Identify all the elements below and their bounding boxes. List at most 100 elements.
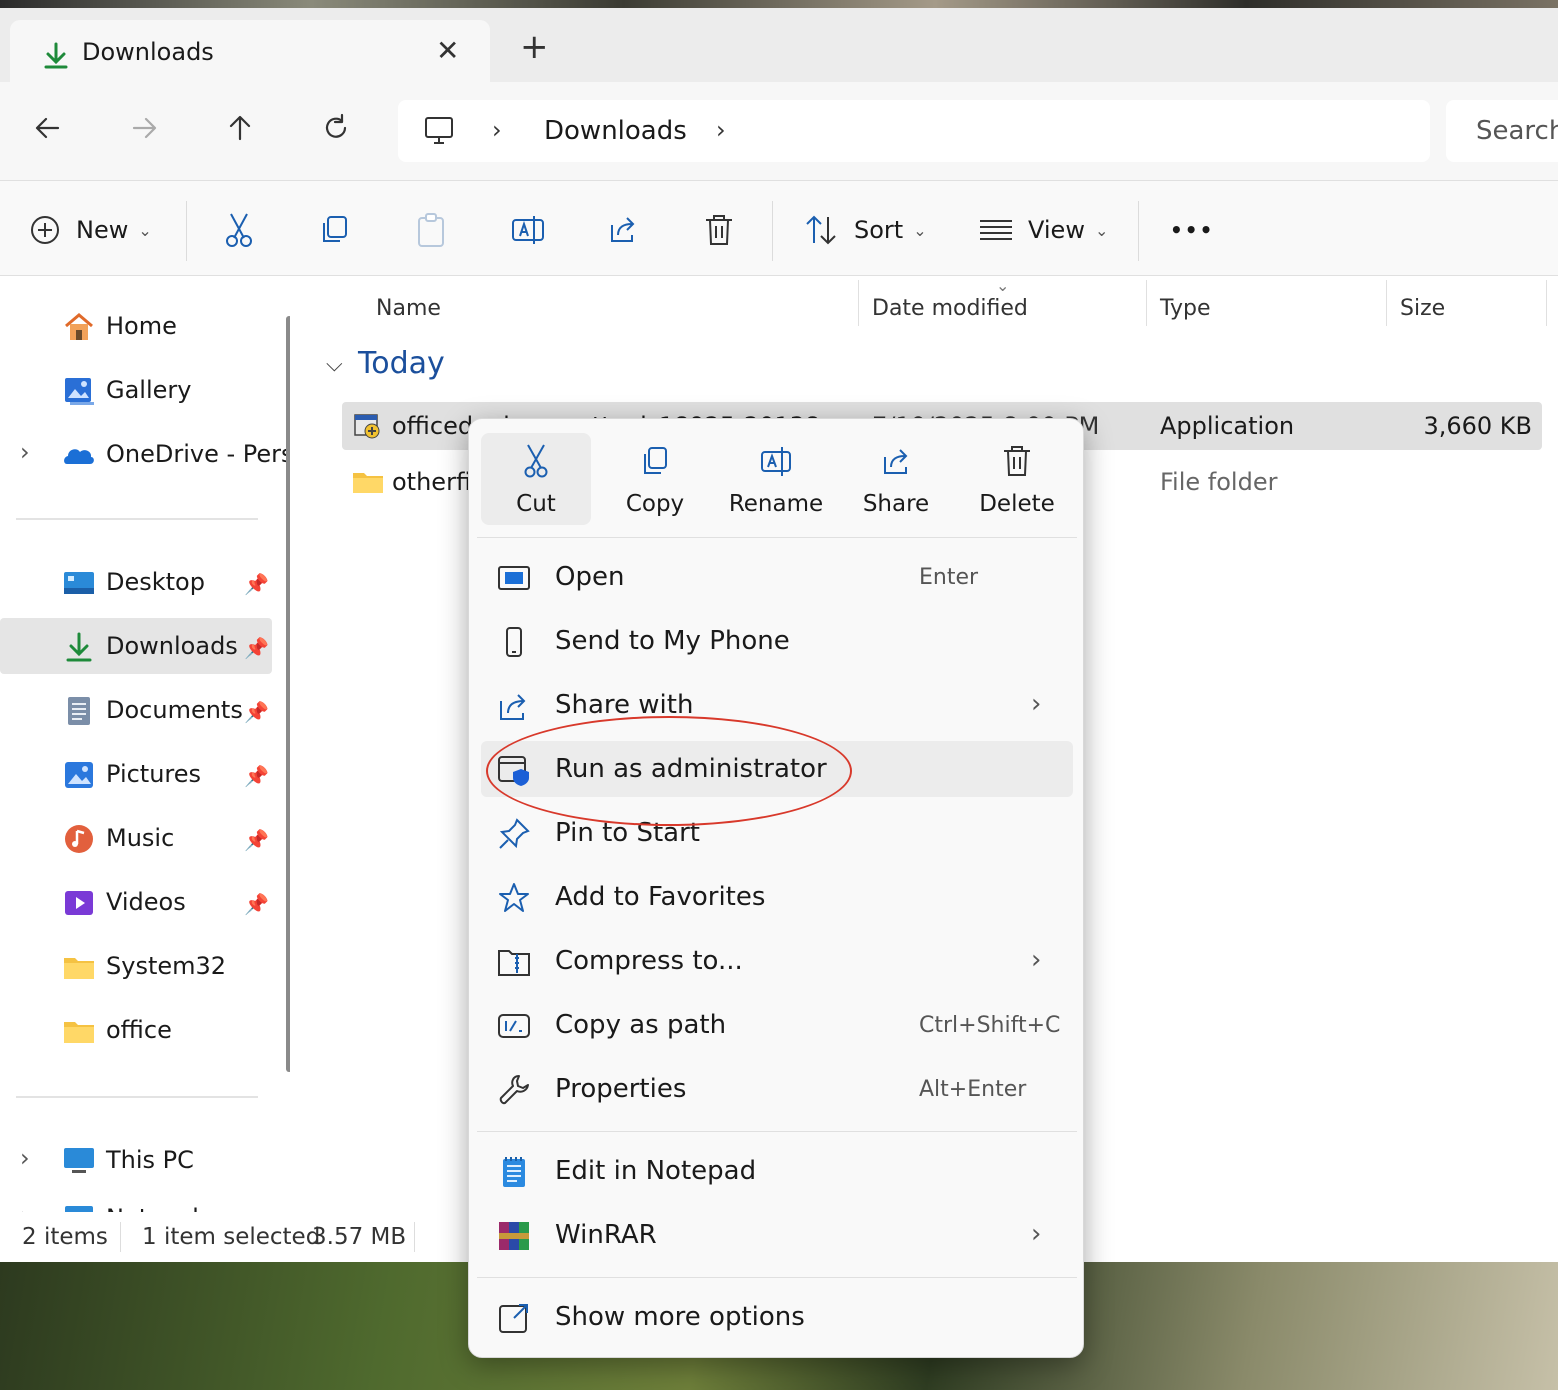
- gallery-icon: [65, 378, 94, 405]
- pin-icon[interactable]: 📌: [244, 892, 269, 916]
- sidebar-item-label: System32: [106, 952, 227, 980]
- pictures-icon: [65, 762, 93, 788]
- menu-item-share-with[interactable]: Share with ›: [481, 677, 1073, 733]
- sidebar-item-desktop[interactable]: Desktop 📌: [0, 554, 272, 610]
- menu-item-winrar[interactable]: WinRAR ›: [481, 1207, 1073, 1263]
- sidebar-item-music[interactable]: Music 📌: [0, 810, 272, 866]
- sidebar-item-videos[interactable]: Videos 📌: [0, 874, 272, 930]
- search-input[interactable]: Search: [1446, 100, 1558, 162]
- navigation-pane: Home Gallery › OneDrive - Pers Desktop 📌…: [0, 276, 290, 1212]
- submenu-chevron-icon: ›: [1031, 945, 1042, 975]
- pin-icon[interactable]: 📌: [244, 764, 269, 788]
- rename-button[interactable]: [510, 209, 546, 251]
- sidebar-item-downloads[interactable]: Downloads 📌: [0, 618, 272, 674]
- sidebar-item-network[interactable]: › Network: [0, 1190, 272, 1212]
- column-header-date[interactable]: Date modified: [872, 296, 1028, 321]
- column-divider[interactable]: [858, 280, 859, 326]
- context-copy-button[interactable]: Copy: [600, 433, 710, 525]
- refresh-icon: [325, 113, 347, 138]
- sidebar-item-home[interactable]: Home: [0, 298, 272, 354]
- address-bar[interactable]: › Downloads ›: [398, 100, 1430, 162]
- expand-chevron-icon[interactable]: ›: [20, 1202, 30, 1212]
- column-header-name[interactable]: Name: [376, 296, 441, 321]
- new-tab-button[interactable]: +: [520, 30, 549, 64]
- view-button[interactable]: View ⌄: [978, 209, 1108, 251]
- expand-chevron-icon[interactable]: ›: [20, 438, 30, 466]
- phone-icon: [506, 627, 522, 657]
- menu-divider: [477, 1131, 1077, 1132]
- this-pc-icon: [64, 1148, 94, 1173]
- application-icon: [354, 414, 380, 439]
- back-arrow-icon: [35, 117, 60, 139]
- menu-divider: [477, 537, 1077, 538]
- copy-button[interactable]: [318, 209, 352, 251]
- navigation-bar: › Downloads › Search: [0, 82, 1558, 180]
- paste-button[interactable]: [414, 209, 448, 251]
- sort-button[interactable]: Sort ⌄: [804, 209, 927, 251]
- copy-icon: [644, 447, 667, 474]
- group-collapse-chevron-icon[interactable]: ⌵: [326, 352, 343, 377]
- breadcrumb-chevron[interactable]: ›: [716, 116, 726, 144]
- sidebar-item-gallery[interactable]: Gallery: [0, 362, 272, 418]
- menu-item-label: Send to My Phone: [555, 626, 790, 656]
- status-divider: [120, 1222, 121, 1252]
- refresh-button[interactable]: [316, 108, 356, 148]
- quick-action-label: Cut: [516, 491, 556, 517]
- column-header-size[interactable]: Size: [1400, 296, 1445, 321]
- close-tab-icon[interactable]: ✕: [436, 34, 459, 67]
- menu-divider: [477, 1277, 1077, 1278]
- folder-icon: [64, 958, 94, 979]
- delete-button[interactable]: [702, 209, 736, 251]
- menu-item-edit-in-notepad[interactable]: Edit in Notepad: [481, 1143, 1073, 1199]
- star-icon: [499, 883, 529, 912]
- menu-item-pin-to-start[interactable]: Pin to Start: [481, 805, 1073, 861]
- column-divider[interactable]: [1146, 280, 1147, 326]
- up-arrow-icon: [229, 115, 251, 141]
- context-cut-button[interactable]: Cut: [481, 433, 591, 525]
- chevron-down-icon: ⌄: [1094, 220, 1109, 240]
- sidebar-item-pictures[interactable]: Pictures 📌: [0, 746, 272, 802]
- group-header-today[interactable]: Today: [358, 346, 445, 381]
- menu-item-compress-to[interactable]: Compress to... ›: [481, 933, 1073, 989]
- pin-icon[interactable]: 📌: [244, 828, 269, 852]
- column-divider[interactable]: [1386, 280, 1387, 326]
- new-button[interactable]: New ⌄: [28, 209, 152, 251]
- sidebar-item-this-pc[interactable]: › This PC: [0, 1132, 272, 1188]
- menu-item-properties[interactable]: Properties Alt+Enter: [481, 1061, 1073, 1117]
- back-button[interactable]: [28, 108, 68, 148]
- sidebar-item-onedrive[interactable]: › OneDrive - Pers: [0, 426, 290, 482]
- cut-button[interactable]: [222, 209, 256, 251]
- more-options-button[interactable]: •••: [1170, 209, 1214, 251]
- breadcrumb-downloads[interactable]: Downloads: [544, 116, 687, 146]
- quick-action-label: Rename: [728, 491, 824, 517]
- sidebar-item-office[interactable]: office: [0, 1002, 272, 1058]
- pin-icon[interactable]: 📌: [244, 700, 269, 724]
- menu-item-label: WinRAR: [555, 1220, 657, 1250]
- pin-icon[interactable]: 📌: [244, 572, 269, 596]
- menu-item-copy-as-path[interactable]: Copy as path Ctrl+Shift+C: [481, 997, 1073, 1053]
- tab-downloads[interactable]: Downloads ✕: [10, 20, 490, 84]
- expand-chevron-icon[interactable]: ›: [20, 1144, 30, 1172]
- sidebar-item-system32[interactable]: System32: [0, 938, 272, 994]
- forward-button[interactable]: [124, 108, 164, 148]
- up-button[interactable]: [220, 108, 260, 148]
- menu-item-run-as-administrator[interactable]: Run as administrator: [481, 741, 1073, 797]
- tab-strip: Downloads ✕ +: [0, 8, 1558, 84]
- menu-item-add-to-favorites[interactable]: Add to Favorites: [481, 869, 1073, 925]
- context-rename-button[interactable]: Rename: [721, 433, 831, 525]
- sidebar-item-documents[interactable]: Documents 📌: [0, 682, 272, 738]
- toolbar-divider: [1138, 201, 1139, 261]
- context-share-button[interactable]: Share: [841, 433, 951, 525]
- rename-icon: [761, 447, 791, 476]
- column-header-type[interactable]: Type: [1160, 296, 1211, 321]
- notepad-icon: [503, 1157, 525, 1187]
- pin-icon[interactable]: 📌: [244, 636, 269, 660]
- breadcrumb-chevron[interactable]: ›: [492, 116, 502, 144]
- menu-item-send-to-phone[interactable]: Send to My Phone: [481, 613, 1073, 669]
- menu-item-open[interactable]: Open Enter: [481, 549, 1073, 605]
- menu-item-show-more-options[interactable]: Show more options: [481, 1289, 1073, 1345]
- context-delete-button[interactable]: Delete: [962, 433, 1072, 525]
- share-button[interactable]: [606, 209, 640, 251]
- column-divider[interactable]: [1546, 280, 1547, 326]
- sidebar-scrollbar[interactable]: [286, 316, 290, 1072]
